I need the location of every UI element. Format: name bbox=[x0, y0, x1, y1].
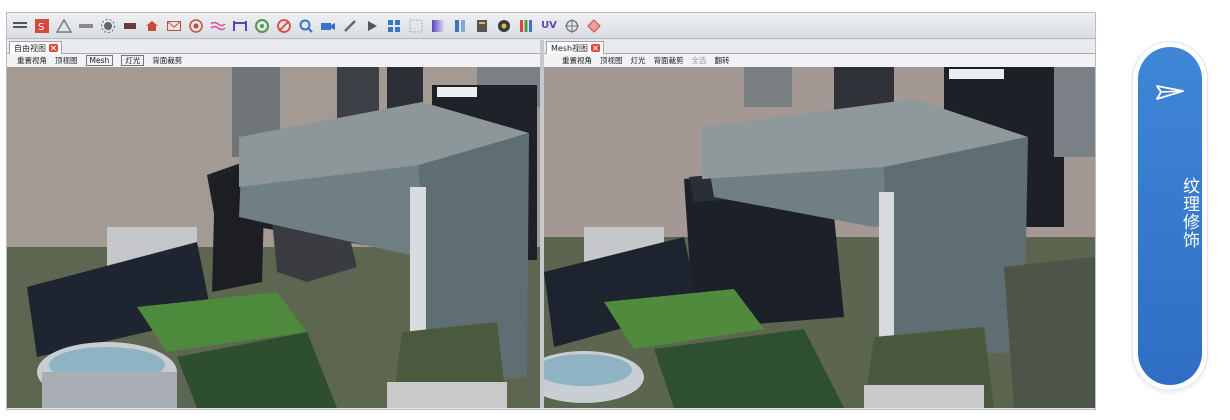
layers-icon[interactable] bbox=[451, 17, 469, 35]
texture-retouch-button-face: 纹理修饰 bbox=[1138, 47, 1202, 385]
mesh-view-panel: Mesh视图 重置视角 顶视图 灯光 背面裁剪 全选 翻转 bbox=[544, 40, 1095, 408]
building-mesh-render bbox=[544, 67, 1095, 408]
flip-button[interactable]: 翻转 bbox=[715, 55, 730, 66]
texture-retouch-button[interactable]: 纹理修饰 bbox=[1133, 42, 1207, 390]
top-view-button[interactable]: 顶视图 bbox=[600, 55, 623, 66]
waves-icon[interactable] bbox=[209, 17, 227, 35]
reset-view-button[interactable]: 重置视角 bbox=[17, 55, 47, 66]
free-view-toolbar: 重置视角 顶视图 Mesh 灯光 背面裁剪 bbox=[7, 54, 540, 66]
camera-icon[interactable] bbox=[319, 17, 337, 35]
free-view-panel: 自由视图 重置视角 顶视图 Mesh 灯光 背面裁剪 bbox=[7, 40, 540, 408]
svg-text:S: S bbox=[38, 22, 44, 33]
mesh-toggle[interactable]: Mesh bbox=[85, 54, 114, 66]
grid-tiles-icon[interactable] bbox=[385, 17, 403, 35]
top-view-button[interactable]: 顶视图 bbox=[55, 55, 78, 66]
light-button[interactable]: 灯光 bbox=[631, 55, 646, 66]
ruler-icon[interactable] bbox=[77, 17, 95, 35]
building-model-render bbox=[7, 67, 540, 408]
free-view-viewport[interactable] bbox=[7, 67, 540, 408]
database-icon[interactable] bbox=[473, 17, 491, 35]
select-all-button[interactable]: 全选 bbox=[692, 55, 707, 66]
close-icon[interactable] bbox=[49, 44, 58, 52]
compass-icon[interactable] bbox=[563, 17, 581, 35]
free-view-tab[interactable]: 自由视图 bbox=[9, 41, 62, 54]
disc-icon[interactable] bbox=[253, 17, 271, 35]
diamond-icon[interactable] bbox=[585, 17, 603, 35]
brush-icon[interactable] bbox=[341, 17, 359, 35]
bridge-icon[interactable] bbox=[231, 17, 249, 35]
mesh-view-tab[interactable]: Mesh视图 bbox=[546, 41, 605, 54]
play-icon[interactable] bbox=[363, 17, 381, 35]
battery-icon[interactable] bbox=[121, 17, 139, 35]
gradient-icon[interactable] bbox=[429, 17, 447, 35]
cancel-icon[interactable] bbox=[275, 17, 293, 35]
color-bars-icon[interactable] bbox=[517, 17, 535, 35]
free-view-tabbar: 自由视图 bbox=[7, 40, 540, 54]
snapshot-icon[interactable]: S bbox=[33, 17, 51, 35]
mesh-view-tabbar: Mesh视图 bbox=[544, 40, 1095, 54]
texture-retouch-label: 纹理修饰 bbox=[1179, 177, 1199, 249]
light-toggle[interactable]: 灯光 bbox=[121, 54, 145, 66]
free-view-tab-title: 自由视图 bbox=[14, 43, 46, 53]
backface-culling-button[interactable]: 背面裁剪 bbox=[152, 55, 182, 66]
warning-triangle-icon[interactable] bbox=[55, 17, 73, 35]
house-icon[interactable] bbox=[143, 17, 161, 35]
paper-plane-icon bbox=[1156, 85, 1184, 100]
zoom-icon[interactable] bbox=[297, 17, 315, 35]
reset-view-button[interactable]: 重置视角 bbox=[562, 55, 592, 66]
backface-culling-button[interactable]: 背面裁剪 bbox=[654, 55, 684, 66]
grid-icon[interactable] bbox=[11, 17, 29, 35]
texture-editor-window: S UV 自由视图 重置视角 顶视图 Mesh 灯光 背面裁剪 Mesh视图 重… bbox=[6, 12, 1096, 410]
dotted-grid-icon[interactable] bbox=[407, 17, 425, 35]
mesh-view-toolbar: 重置视角 顶视图 灯光 背面裁剪 全选 翻转 bbox=[544, 54, 1095, 66]
mesh-view-viewport[interactable] bbox=[544, 67, 1095, 408]
settings-wheel-icon[interactable] bbox=[495, 17, 513, 35]
close-icon[interactable] bbox=[591, 44, 601, 52]
mail-icon[interactable] bbox=[165, 17, 183, 35]
sun-icon[interactable] bbox=[99, 17, 117, 35]
uv-icon[interactable]: UV bbox=[539, 17, 559, 35]
main-toolbar: S UV bbox=[7, 13, 1095, 39]
mesh-view-tab-title: Mesh视图 bbox=[551, 43, 589, 53]
target-icon[interactable] bbox=[187, 17, 205, 35]
